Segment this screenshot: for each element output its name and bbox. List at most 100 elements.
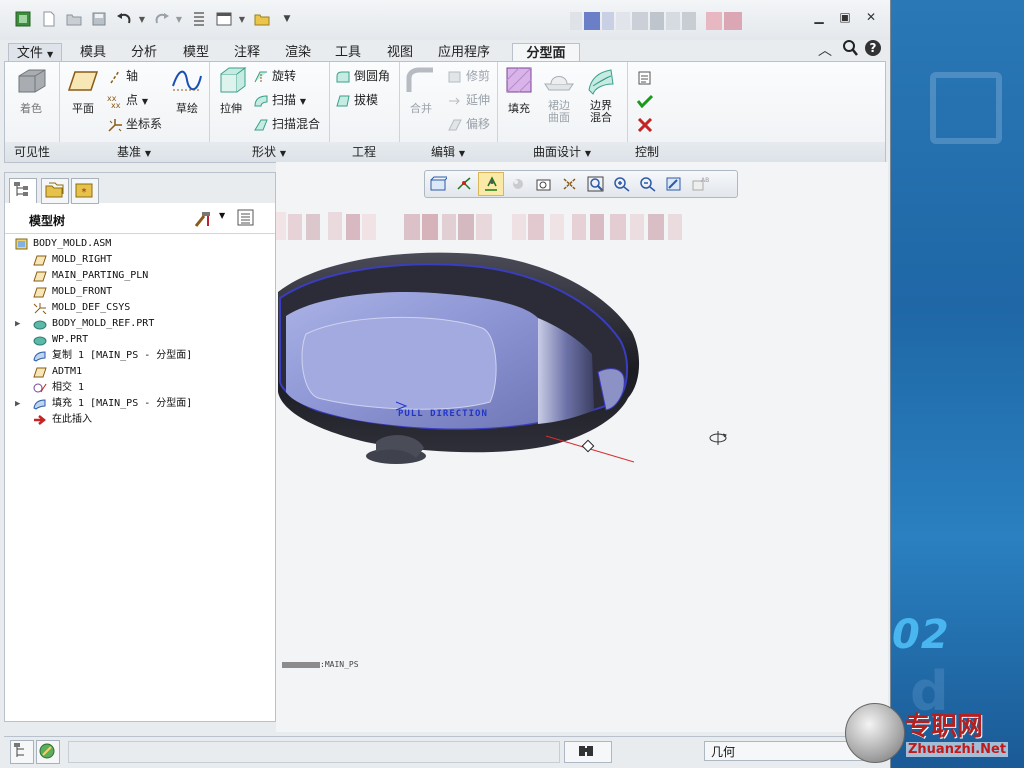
mold-model-3d[interactable]: PULL DIRECTION (276, 242, 888, 492)
regenerate-icon[interactable] (190, 9, 208, 29)
close-window-icon[interactable] (252, 9, 272, 29)
saved-views-icon[interactable] (532, 173, 556, 195)
shading-button[interactable]: 着色 (11, 66, 51, 116)
merge-button[interactable]: 合并 (401, 66, 441, 116)
swept-blend-button[interactable]: 扫描混合 (253, 114, 320, 134)
zoom-out-icon[interactable] (636, 173, 660, 195)
boundary-blend-button[interactable]: 边界 混合 (581, 66, 621, 124)
tab-applications[interactable]: 应用程序 (432, 43, 496, 62)
tree-item[interactable]: MAIN_PARTING_PLN (13, 268, 273, 284)
csys-button[interactable]: 坐标系 (107, 114, 162, 134)
customize-toolbar-icon[interactable]: ▼ (280, 9, 294, 29)
redo-icon[interactable] (152, 9, 172, 29)
tree-item[interactable]: 在此插入 (13, 412, 273, 428)
axis-button[interactable]: 轴 (107, 66, 138, 86)
tree-item[interactable]: 相交 1 (13, 380, 273, 396)
group-editing-footer[interactable]: 编辑 ▼ (399, 142, 497, 162)
tab-file[interactable]: 文件 ▼ (8, 43, 62, 63)
tree-item[interactable]: MOLD_DEF_CSYS (13, 300, 273, 316)
tab-folder-browser[interactable] (41, 178, 69, 204)
tab-model-tree[interactable] (9, 178, 37, 203)
tree-item[interactable]: ▶ BODY_MOLD_REF.PRT (13, 316, 273, 332)
tree-settings-icon[interactable] (193, 210, 213, 231)
tab-annotate[interactable]: 注释 (227, 43, 267, 62)
group-editing-label: 编辑 (431, 145, 456, 159)
offset-button[interactable]: 偏移 (447, 114, 490, 134)
tree-item-label: MAIN_PARTING_PLN (52, 270, 149, 281)
tree-item[interactable]: MOLD_FRONT (13, 284, 273, 300)
extend-button[interactable]: 延伸 (447, 90, 490, 110)
point-label: 点 (126, 93, 139, 107)
properties-icon (637, 70, 653, 84)
tree-root[interactable]: BODY_MOLD.ASM (13, 236, 273, 252)
windows-icon[interactable] (214, 9, 234, 29)
redo-dropdown-icon[interactable]: ▼ (174, 9, 184, 29)
trim-button[interactable]: 修剪 (447, 66, 490, 86)
ok-button[interactable] (636, 90, 656, 110)
tab-mold[interactable]: 模具 (74, 43, 112, 62)
group-shape-footer[interactable]: 形状 ▼ (209, 142, 329, 162)
properties-button[interactable] (637, 66, 656, 86)
zoom-in-icon[interactable] (610, 173, 634, 195)
tree-item[interactable]: ▶ 填充 1 [MAIN_PS - 分型面] (13, 396, 273, 412)
open-icon[interactable] (64, 9, 84, 29)
tree-item[interactable]: 复制 1 [MAIN_PS - 分型面] (13, 348, 273, 364)
tab-model[interactable]: 模型 (176, 43, 216, 62)
revolve-button[interactable]: 旋转 (253, 66, 296, 86)
undo-icon[interactable] (114, 9, 134, 29)
tree-item[interactable]: ADTM1 (13, 364, 273, 380)
point-button[interactable]: xx xx 点 ▼ (107, 90, 148, 110)
undo-dropdown-icon[interactable]: ▼ (137, 9, 147, 29)
refit-icon[interactable] (426, 173, 450, 195)
group-surface-footer[interactable]: 曲面设计 ▼ (497, 142, 627, 162)
plane-button[interactable]: 平面 (63, 66, 103, 116)
extrude-button[interactable]: 拉伸 (211, 66, 251, 116)
tree-settings-dropdown-icon[interactable]: ▼ (219, 211, 225, 220)
windows-dropdown-icon[interactable]: ▼ (237, 9, 247, 29)
show-columns-icon[interactable] (237, 209, 255, 230)
tab-render[interactable]: 渲染 (278, 43, 318, 62)
search-icon[interactable] (842, 39, 858, 59)
expand-arrow-icon[interactable]: ▶ (15, 316, 20, 332)
minimize-button[interactable]: ▁ (810, 10, 828, 26)
zoom-window-icon[interactable] (584, 173, 608, 195)
toggle-browser-icon[interactable] (36, 740, 60, 764)
cancel-button[interactable] (637, 114, 656, 134)
tab-analysis[interactable]: 分析 (124, 43, 164, 62)
maximize-button[interactable]: ▣ (836, 10, 854, 26)
new-icon[interactable] (40, 9, 58, 29)
display-style-icon[interactable] (478, 172, 504, 196)
graphics-window[interactable]: PULL DIRECTION :MAIN_PS (276, 162, 888, 732)
close-button[interactable]: ✕ (862, 10, 880, 26)
datum-display-icon[interactable] (558, 173, 582, 195)
round-button[interactable]: 倒圆角 (335, 66, 390, 86)
tab-view[interactable]: 视图 (380, 43, 420, 62)
tab-favorites[interactable]: * (71, 178, 99, 204)
trim-label: 修剪 (466, 69, 491, 83)
sketch-button[interactable]: 草绘 (167, 66, 207, 116)
spin-center-toggle-icon[interactable] (452, 173, 476, 195)
tree-item[interactable]: MOLD_RIGHT (13, 252, 273, 268)
help-icon[interactable]: ? (864, 39, 882, 59)
sweep-button[interactable]: 扫描 ▼ (253, 90, 306, 110)
toggle-navigator-icon[interactable] (10, 740, 34, 764)
group-datum-footer[interactable]: 基准 ▼ (59, 142, 209, 162)
annotation-display-icon[interactable]: AB (688, 173, 712, 195)
tree-item[interactable]: WP.PRT (13, 332, 273, 348)
revolve-icon (253, 70, 269, 84)
tab-tools[interactable]: 工具 (330, 43, 366, 62)
fill-label: 填充 (508, 102, 530, 115)
skirt-surface-button[interactable]: 裙边 曲面 (539, 66, 579, 124)
sweep-dropdown-icon[interactable]: ▼ (300, 97, 306, 106)
repaint-icon[interactable] (662, 173, 686, 195)
expand-arrow-icon[interactable]: ▶ (15, 396, 20, 412)
draft-button[interactable]: 拔模 (335, 90, 378, 110)
collapse-ribbon-icon[interactable]: ︿ (818, 40, 832, 60)
group-visibility: 着色 可见性 (5, 62, 60, 162)
intersect-icon (33, 382, 47, 394)
appearance-icon[interactable] (506, 173, 530, 195)
fill-button[interactable]: 填充 (499, 66, 539, 116)
save-icon[interactable] (90, 9, 108, 29)
point-dropdown-icon[interactable]: ▼ (142, 97, 148, 106)
find-button[interactable] (564, 741, 612, 763)
